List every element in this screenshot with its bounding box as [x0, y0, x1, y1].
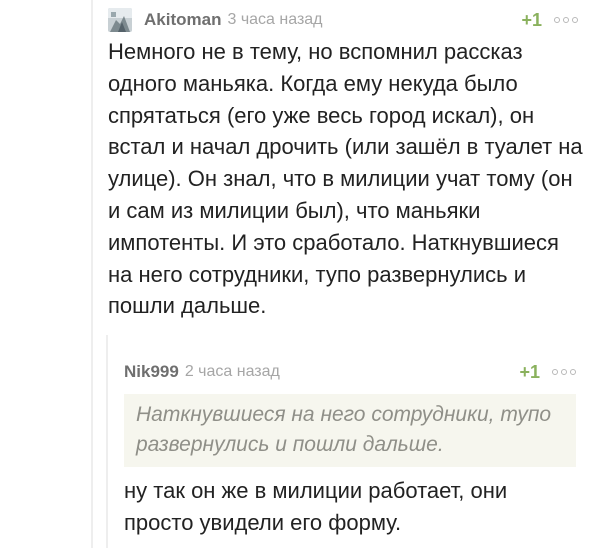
- comment-header: Akitoman 3 часа назад +1: [108, 6, 578, 34]
- comment-header: Nik999 2 часа назад +1: [124, 358, 576, 386]
- comment-rating: +1: [521, 9, 542, 30]
- more-options-icon[interactable]: [552, 369, 576, 375]
- reply-thread-line[interactable]: [106, 335, 108, 548]
- comment-quote: Наткнувшиеся на него сотрудники, тупо ра…: [124, 394, 576, 467]
- avatar-image: [108, 8, 132, 32]
- more-options-icon[interactable]: [554, 17, 578, 23]
- comment-akitoman: Akitoman 3 часа назад +1 Немного не в те…: [108, 6, 583, 322]
- comments-page: Akitoman 3 часа назад +1 Немного не в те…: [0, 0, 600, 548]
- dot-icon: [570, 369, 576, 375]
- comment-author[interactable]: Nik999: [124, 362, 179, 382]
- dot-icon: [561, 369, 567, 375]
- comment-text: ну так он же в милиции работает, они про…: [124, 478, 508, 535]
- avatar[interactable]: [108, 8, 132, 32]
- dot-icon: [563, 17, 569, 23]
- dot-icon: [572, 17, 578, 23]
- comment-text: Немного не в тему, но вспомнил рассказ о…: [108, 39, 583, 319]
- thread-line[interactable]: [91, 0, 93, 548]
- comment-rating: +1: [519, 361, 540, 382]
- dot-icon: [554, 17, 560, 23]
- comment-time[interactable]: 3 часа назад: [227, 11, 322, 29]
- comment-time[interactable]: 2 часа назад: [185, 363, 280, 381]
- dot-icon: [552, 369, 558, 375]
- comment-author[interactable]: Akitoman: [144, 10, 221, 30]
- comment-nik999: Nik999 2 часа назад +1 Наткнувшиеся на н…: [124, 358, 576, 539]
